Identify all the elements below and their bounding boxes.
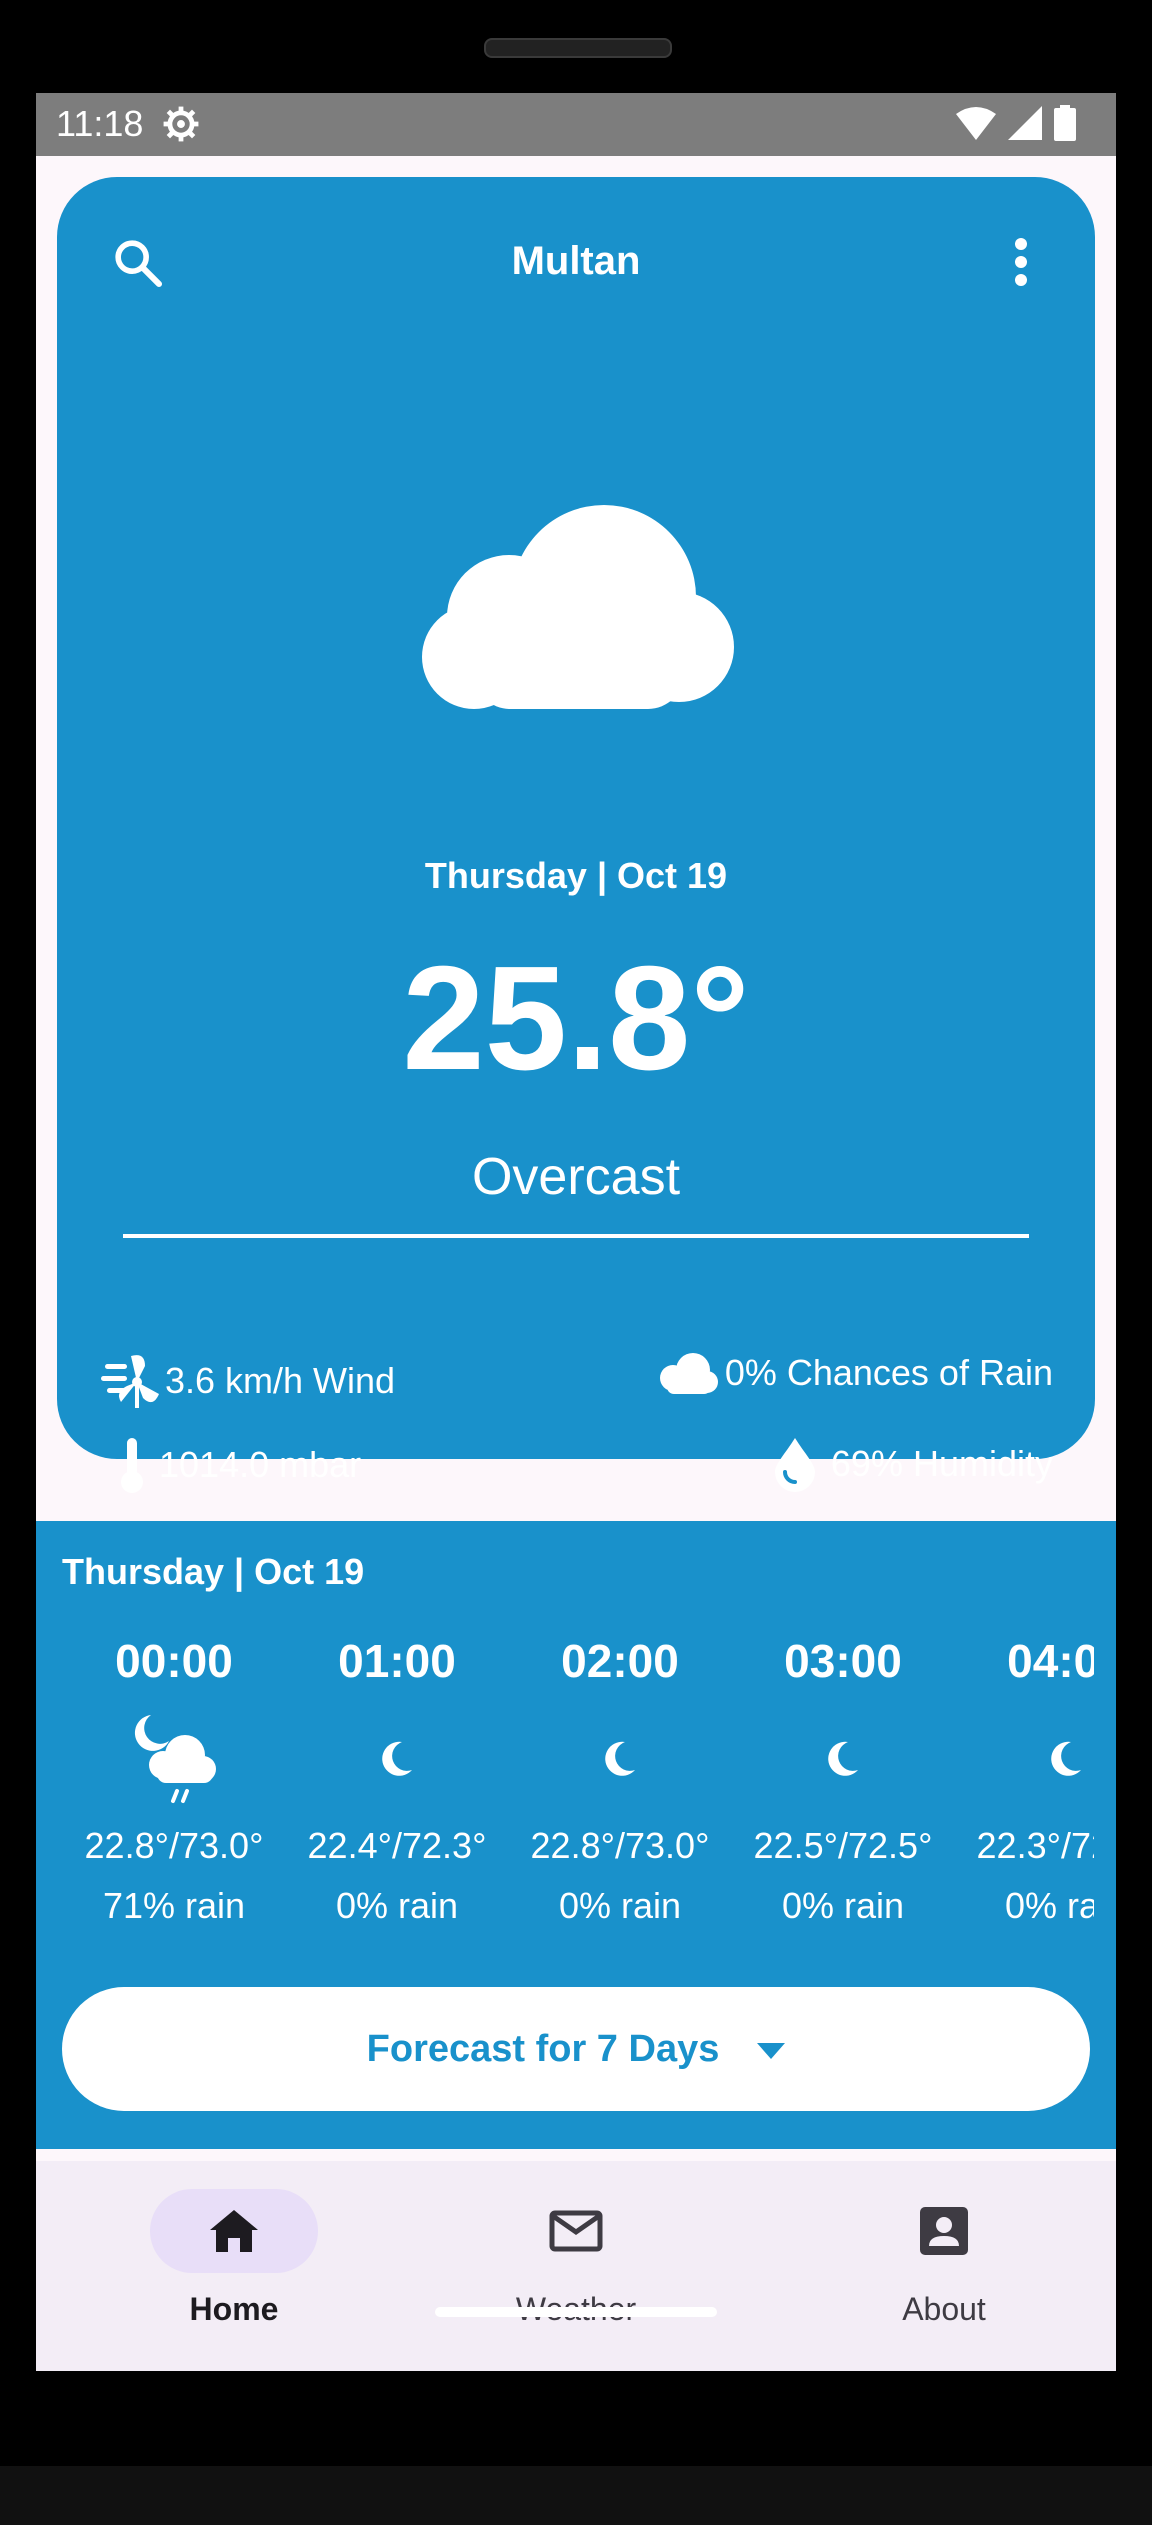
hour-temps: 22.8°/73.0° bbox=[530, 1825, 710, 1866]
hour-item: 03:00 22.5°/72.5° 0% rain bbox=[728, 1631, 958, 1927]
nav-item-home[interactable]: Home bbox=[104, 2189, 364, 2328]
water-drop-icon bbox=[774, 1438, 815, 1492]
dropdown-caret-icon bbox=[757, 2043, 786, 2059]
pressure-text: 1014.0 mbar bbox=[159, 1444, 362, 1485]
hour-item: 04:00 22.3°/72.1° 0% rain bbox=[951, 1631, 1094, 1927]
rain-chance-metric: 0% Chances of Rain bbox=[655, 1352, 1053, 1394]
hour-item: 01:00 22.4°/72.3° 0% rain bbox=[282, 1631, 512, 1927]
battery-icon bbox=[1054, 105, 1076, 141]
cell-signal-icon bbox=[1008, 106, 1042, 140]
hour-rain: 0% rain bbox=[335, 1885, 459, 1926]
moon-icon bbox=[828, 1741, 858, 1776]
hour-time: 03:00 bbox=[784, 1635, 902, 1687]
earpiece-speaker bbox=[484, 38, 672, 58]
humidity-text: 69% Humidity bbox=[830, 1443, 1053, 1484]
home-gesture-bar[interactable] bbox=[435, 2307, 717, 2317]
current-temperature: 25.8° bbox=[402, 936, 750, 1101]
rain-chance-text: 0% Chances of Rain bbox=[724, 1352, 1053, 1393]
mail-icon bbox=[549, 2210, 603, 2252]
divider bbox=[123, 1234, 1029, 1238]
hour-item: 00:00 22.8°/73.0° 71% rain bbox=[59, 1631, 289, 1927]
hourly-date: Thursday | Oct 19 bbox=[62, 1551, 365, 1592]
hourly-forecast-section: Thursday | Oct 19 00:00 22.8°/73.0° 71% … bbox=[36, 1521, 1116, 2149]
wind-text: 3.6 km/h Wind bbox=[165, 1360, 396, 1401]
hour-temps: 22.3°/72.1° bbox=[976, 1825, 1094, 1866]
pressure-metric: 1014.0 mbar bbox=[117, 1436, 361, 1494]
weather-condition: Overcast bbox=[471, 1148, 681, 1206]
status-bar: 11:18 bbox=[36, 93, 1116, 156]
nav-label: Home bbox=[189, 2291, 279, 2327]
city-title: Multan bbox=[511, 239, 641, 283]
hour-rain: 71% rain bbox=[102, 1885, 246, 1926]
hour-time: 04:00 bbox=[1007, 1635, 1094, 1687]
hour-temps: 22.4°/72.3° bbox=[307, 1825, 487, 1866]
moon-cloud-rain-icon bbox=[134, 1715, 216, 1803]
more-vert-icon[interactable] bbox=[1013, 237, 1029, 287]
home-icon bbox=[210, 2210, 258, 2252]
current-date: Thursday | Oct 19 bbox=[424, 855, 728, 896]
account-box-icon bbox=[920, 2207, 968, 2255]
nav-label: About bbox=[902, 2291, 986, 2327]
forecast-7-days-button[interactable]: Forecast for 7 Days bbox=[62, 1987, 1090, 2111]
settings-gear-icon bbox=[163, 106, 199, 142]
wind-metric: 3.6 km/h Wind bbox=[101, 1352, 395, 1410]
overcast-cloud-icon bbox=[422, 505, 734, 709]
thermometer-icon bbox=[121, 1438, 143, 1493]
status-time: 11:18 bbox=[56, 103, 144, 144]
humidity-metric: 69% Humidity bbox=[773, 1436, 1053, 1492]
hour-rain: 0% rain bbox=[781, 1885, 905, 1926]
hour-rain: 0% rain bbox=[1004, 1885, 1094, 1926]
forecast-button-label: Forecast for 7 Days bbox=[366, 2027, 720, 2070]
current-weather-card: Multan Thursday | Oct 19 25.8° Overcast bbox=[57, 177, 1095, 1493]
wifi-icon bbox=[956, 107, 996, 140]
device-bottom-bezel bbox=[0, 2466, 1152, 2525]
hour-temps: 22.5°/72.5° bbox=[753, 1825, 933, 1866]
hour-temps: 22.8°/73.0° bbox=[84, 1825, 264, 1866]
hour-time: 00:00 bbox=[115, 1635, 233, 1687]
wind-fan-icon bbox=[101, 1355, 159, 1408]
screen: 11:18 Multan Thursday | Oct 19 25.8° Ove… bbox=[36, 93, 1116, 2371]
nav-item-about[interactable]: About bbox=[814, 2189, 1074, 2328]
hour-time: 01:00 bbox=[338, 1635, 456, 1687]
hour-time: 02:00 bbox=[561, 1635, 679, 1687]
cloud-icon bbox=[659, 1353, 718, 1394]
moon-icon bbox=[1051, 1741, 1081, 1776]
device-frame: 11:18 Multan Thursday | Oct 19 25.8° Ove… bbox=[0, 0, 1152, 2525]
hour-rain: 0% rain bbox=[558, 1885, 682, 1926]
hourly-list[interactable]: 00:00 22.8°/73.0° 71% rain 01:00 22.4°/7… bbox=[36, 1631, 1094, 1951]
moon-icon bbox=[382, 1741, 412, 1776]
hour-item: 02:00 22.8°/73.0° 0% rain bbox=[505, 1631, 735, 1927]
status-icons bbox=[956, 105, 1076, 141]
bottom-navigation: Home Weather bbox=[36, 2161, 1116, 2371]
moon-icon bbox=[605, 1741, 635, 1776]
